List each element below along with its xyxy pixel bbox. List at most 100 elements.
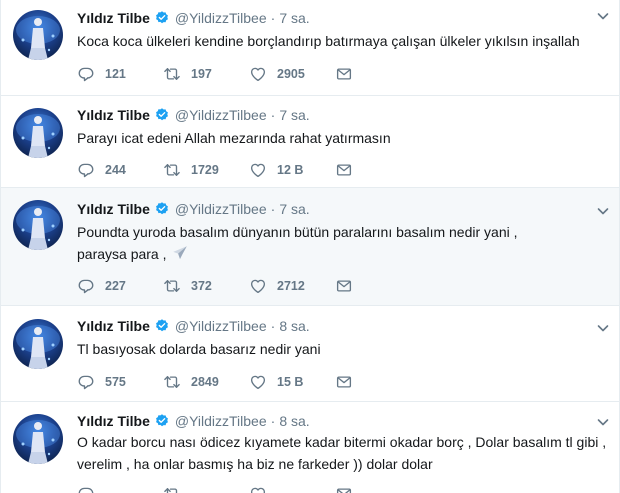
envelope-icon (335, 277, 353, 295)
reply-button[interactable]: 244 (77, 161, 163, 179)
reply-icon (77, 65, 95, 83)
tweet-text: Tl basıyosak dolarda basarız nedir yani (77, 341, 321, 357)
user-handle[interactable]: @YildizzTilbee (175, 10, 267, 26)
reply-button[interactable]: 227 (77, 277, 163, 295)
like-button[interactable]: 2712 (249, 277, 335, 295)
tweet-timeline: Yıldız Tilbe @YildizzTilbee · 7 sa. Koca… (0, 0, 620, 493)
like-count: 2905 (277, 67, 305, 81)
user-handle[interactable]: @YildizzTilbee (175, 318, 267, 334)
reply-button[interactable]: 121 (77, 65, 163, 83)
retweet-count: 372 (191, 279, 212, 293)
timestamp[interactable]: 7 sa. (279, 10, 309, 26)
separator-dot: · (270, 10, 276, 26)
retweet-button[interactable]: 372 (163, 277, 249, 295)
chevron-down-icon[interactable] (595, 8, 611, 24)
avatar[interactable] (13, 414, 63, 464)
heart-icon (249, 277, 267, 295)
retweet-icon (163, 373, 181, 391)
retweet-icon (163, 65, 181, 83)
display-name[interactable]: Yıldız Tilbe (77, 10, 150, 26)
tweet[interactable]: Yıldız Tilbe @YildizzTilbee · 8 sa. O ka… (1, 402, 619, 493)
separator-dot: · (270, 107, 276, 123)
heart-icon (249, 485, 267, 493)
avatar[interactable] (13, 10, 63, 60)
tweet[interactable]: Yıldız Tilbe @YildizzTilbee · 8 sa. Tl b… (1, 306, 619, 402)
verified-badge-icon (154, 107, 170, 123)
tweet-text: Koca koca ülkeleri kendine borçlandırıp … (77, 33, 580, 49)
retweet-button[interactable]: 2849 (163, 373, 249, 391)
tweet-actions (77, 484, 421, 493)
reply-count: 575 (105, 375, 126, 389)
avatar[interactable] (13, 108, 63, 158)
chevron-down-icon[interactable] (595, 320, 611, 336)
reply-button[interactable]: 575 (77, 373, 163, 391)
retweet-icon (163, 485, 181, 493)
user-handle[interactable]: @YildizzTilbee (175, 107, 267, 123)
timestamp[interactable]: 8 sa. (279, 413, 309, 429)
display-name[interactable]: Yıldız Tilbe (77, 413, 150, 429)
verified-badge-icon (154, 413, 170, 429)
display-name[interactable]: Yıldız Tilbe (77, 107, 150, 123)
dm-button[interactable] (335, 485, 421, 493)
heart-icon (249, 373, 267, 391)
verified-badge-icon (154, 10, 170, 26)
like-count: 2712 (277, 279, 305, 293)
reply-count: 121 (105, 67, 126, 81)
dm-button[interactable] (335, 373, 421, 391)
tweet-text: Poundta yuroda basalım dünyanın bütün pa… (77, 221, 557, 265)
chevron-down-icon[interactable] (595, 203, 611, 219)
timestamp[interactable]: 8 sa. (279, 318, 309, 334)
avatar[interactable] (13, 319, 63, 369)
tweet-header: Yıldız Tilbe @YildizzTilbee · 7 sa. (77, 199, 310, 219)
timestamp[interactable]: 7 sa. (279, 201, 309, 217)
envelope-icon (335, 373, 353, 391)
reply-count: 227 (105, 279, 126, 293)
tweet-actions: 244 1729 12 B (77, 160, 421, 180)
tweet-actions: 121 197 2905 (77, 64, 421, 84)
tweet-header: Yıldız Tilbe @YildizzTilbee · 7 sa. (77, 8, 310, 28)
like-button[interactable] (249, 485, 335, 493)
retweet-button[interactable]: 197 (163, 65, 249, 83)
retweet-count: 197 (191, 67, 212, 81)
tweet-header: Yıldız Tilbe @YildizzTilbee · 8 sa. (77, 316, 310, 336)
envelope-icon (335, 65, 353, 83)
tweet[interactable]: Yıldız Tilbe @YildizzTilbee · 7 sa. Para… (1, 96, 619, 188)
like-button[interactable]: 15 B (249, 373, 335, 391)
display-name[interactable]: Yıldız Tilbe (77, 201, 150, 217)
like-button[interactable]: 2905 (249, 65, 335, 83)
tweet-actions: 227 372 2712 (77, 276, 421, 296)
like-button[interactable]: 12 B (249, 161, 335, 179)
chevron-down-icon[interactable] (595, 414, 611, 430)
retweet-icon (163, 161, 181, 179)
reply-icon (77, 277, 95, 295)
reply-button[interactable] (77, 485, 163, 493)
like-count: 15 B (277, 375, 304, 389)
airplane-emoji-icon (171, 244, 189, 262)
heart-icon (249, 65, 267, 83)
tweet-actions: 575 2849 15 B (77, 372, 421, 392)
user-handle[interactable]: @YildizzTilbee (175, 413, 267, 429)
verified-badge-icon (154, 201, 170, 217)
retweet-count: 1729 (191, 163, 219, 177)
tweet-header: Yıldız Tilbe @YildizzTilbee · 8 sa. (77, 411, 310, 431)
envelope-icon (335, 161, 353, 179)
timestamp[interactable]: 7 sa. (279, 107, 309, 123)
tweet-header: Yıldız Tilbe @YildizzTilbee · 7 sa. (77, 105, 310, 125)
reply-count: 244 (105, 163, 126, 177)
avatar[interactable] (13, 200, 63, 250)
reply-icon (77, 373, 95, 391)
retweet-count: 2849 (191, 375, 219, 389)
tweet[interactable]: Yıldız Tilbe @YildizzTilbee · 7 sa. Koca… (1, 0, 619, 96)
retweet-button[interactable]: 1729 (163, 161, 249, 179)
dm-button[interactable] (335, 161, 421, 179)
tweet-text: Parayı icat edeni Allah mezarında rahat … (77, 130, 391, 146)
separator-dot: · (270, 413, 276, 429)
display-name[interactable]: Yıldız Tilbe (77, 318, 150, 334)
dm-button[interactable] (335, 65, 421, 83)
envelope-icon (335, 485, 353, 493)
dm-button[interactable] (335, 277, 421, 295)
user-handle[interactable]: @YildizzTilbee (175, 201, 267, 217)
retweet-button[interactable] (163, 485, 249, 493)
tweet[interactable]: Yıldız Tilbe @YildizzTilbee · 7 sa. Poun… (1, 188, 619, 306)
reply-icon (77, 485, 95, 493)
